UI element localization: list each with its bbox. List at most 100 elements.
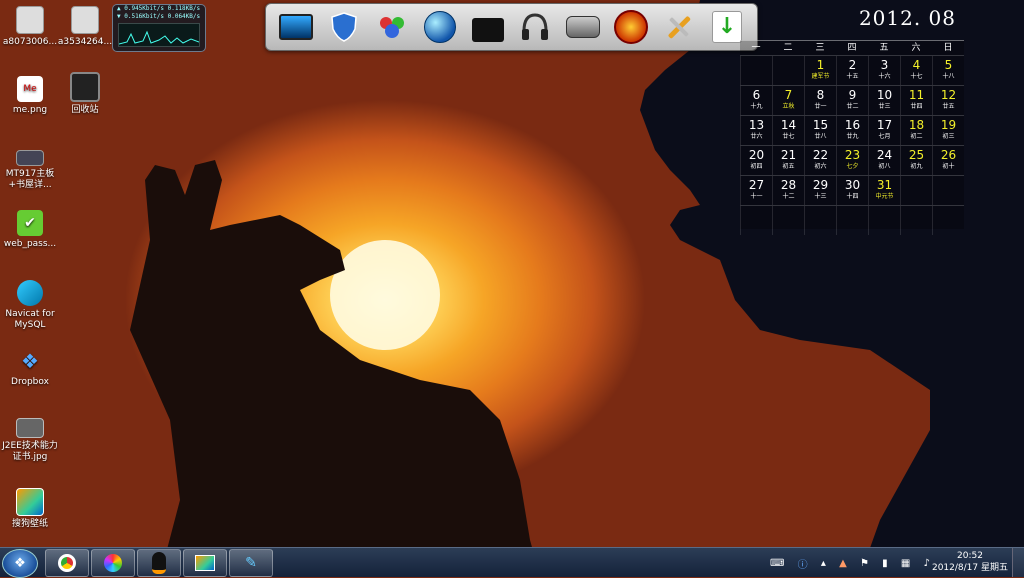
- calendar-day-cell[interactable]: 19 初三: [932, 116, 964, 145]
- calendar-day-cell[interactable]: 29 十三: [804, 176, 836, 205]
- calendar-day-cell[interactable]: 30 十四: [836, 176, 868, 205]
- desktop-icon-label: me.png: [12, 105, 48, 115]
- desktop-icon-mt917[interactable]: MT917主板+书屋详...: [0, 150, 60, 191]
- lunar-label: 建军节: [811, 73, 830, 80]
- right-cup: [541, 29, 549, 40]
- globe-icon[interactable]: [422, 9, 458, 45]
- day-number: 11: [908, 88, 925, 102]
- calendar-day-cell[interactable]: 20 初四: [740, 146, 772, 175]
- app-dock: ↓: [265, 3, 758, 51]
- shield-shape: [331, 12, 357, 42]
- battery-icon[interactable]: ▮: [882, 558, 888, 569]
- network-icon[interactable]: ▦: [901, 558, 910, 569]
- color-wheel-icon[interactable]: [91, 549, 135, 577]
- flag-icon[interactable]: ⚑: [860, 558, 869, 569]
- warrior-icon[interactable]: [613, 9, 649, 45]
- start-button[interactable]: ❖: [2, 549, 38, 578]
- taskbar: ❖ ✎ ⌨ ⓘ ▴ ▲ ⚑ ▮ ▦ ♪ 20:52 2012/8/17 星期五: [0, 547, 1024, 578]
- calendar-day-cell[interactable]: 27 十一: [740, 176, 772, 205]
- day-number: 18: [908, 118, 925, 132]
- calendar-day-cell: [932, 206, 964, 235]
- qq-penguin-icon[interactable]: [137, 549, 181, 577]
- day-number: 1: [816, 58, 825, 72]
- calendar-day-cell[interactable]: 17 七月: [868, 116, 900, 145]
- keyboard-icon[interactable]: ⌨: [770, 558, 784, 569]
- chrome-icon[interactable]: [45, 549, 89, 577]
- calendar-day-cell[interactable]: 31 中元节: [868, 176, 900, 205]
- calendar-day-cell[interactable]: 28 十二: [772, 176, 804, 205]
- calendar-day-cell[interactable]: 1 建军节: [804, 56, 836, 85]
- calendar-day-cell[interactable]: 2 十五: [836, 56, 868, 85]
- headphones-icon[interactable]: [517, 9, 553, 45]
- tools-icon[interactable]: [661, 9, 697, 45]
- calendar-day-cell[interactable]: 23 七夕: [836, 146, 868, 175]
- network-meter-gadget[interactable]: ▲ 0.945Kbit/s 0.118KB/s ▼ 0.516Kbit/s 0.…: [112, 4, 206, 52]
- calendar-day-cell[interactable]: 25 初九: [900, 146, 932, 175]
- calendar-day-cell[interactable]: 12 廿五: [932, 86, 964, 115]
- desktop-icon-me-png[interactable]: Me me.png: [0, 76, 60, 116]
- monitor-icon[interactable]: [278, 9, 314, 45]
- calendar-day-cell[interactable]: 7 立秋: [772, 86, 804, 115]
- taskbar-clock[interactable]: 20:52 2012/8/17 星期五: [930, 550, 1010, 574]
- headband: [522, 13, 548, 32]
- calendar-day-cell[interactable]: 15 廿八: [804, 116, 836, 145]
- calendar-day-cell[interactable]: 6 十九: [740, 86, 772, 115]
- chrome-ball: [58, 554, 76, 572]
- lunar-label: 初九: [910, 163, 923, 170]
- calendar-day-cell: [740, 206, 772, 235]
- lunar-label: 廿五: [942, 103, 955, 110]
- help-icon[interactable]: ⓘ: [798, 556, 808, 571]
- calendar-day-cell[interactable]: 13 廿六: [740, 116, 772, 145]
- calendar-day-cell[interactable]: 16 廿九: [836, 116, 868, 145]
- calendar-day-cell[interactable]: 8 廿一: [804, 86, 836, 115]
- people-glyph: [379, 17, 404, 38]
- show-desktop-button[interactable]: [1012, 548, 1024, 577]
- calendar-day-cell[interactable]: 24 初八: [868, 146, 900, 175]
- shield-icon[interactable]: [326, 9, 362, 45]
- desktop-icon-file-a807[interactable]: a8073006...: [0, 6, 60, 48]
- people-icon[interactable]: [374, 9, 410, 45]
- calendar-gadget[interactable]: 2012. 08 一二三四五六日 1 建军节 2 十五 3 十六 4 十七 5 十八 6 十九 7 立秋 8…: [740, 0, 964, 235]
- calendar-day-cell: [804, 206, 836, 235]
- day-number: 6: [752, 88, 761, 102]
- desktop-icon-j2ee[interactable]: J2EE技术能力证书.jpg: [0, 418, 60, 463]
- day-number: 19: [940, 118, 957, 132]
- file-icon: [16, 6, 44, 34]
- pen-tool-icon[interactable]: ✎: [229, 549, 273, 577]
- calendar-day-cell[interactable]: 14 廿七: [772, 116, 804, 145]
- wallpaper-app-icon[interactable]: [183, 549, 227, 577]
- day-number: 17: [876, 118, 893, 132]
- lunar-label: 初八: [878, 163, 891, 170]
- lunar-label: 七月: [878, 133, 891, 140]
- calendar-day-cell[interactable]: 9 廿二: [836, 86, 868, 115]
- desktop-icon-file-a353[interactable]: a3534264...: [55, 6, 115, 48]
- desktop-icon-sogou[interactable]: 搜狗壁纸: [0, 488, 60, 530]
- calendar-day-cell[interactable]: 26 初十: [932, 146, 964, 175]
- calendar-month-title: 2012. 08: [858, 6, 956, 30]
- day-number: 27: [748, 178, 765, 192]
- calendar-day-cell[interactable]: 5 十八: [932, 56, 964, 85]
- calendar-day-cell[interactable]: 3 十六: [868, 56, 900, 85]
- desktop-icon-label: 搜狗壁纸: [11, 519, 48, 529]
- desktop-icon-web-pass[interactable]: ✔ web_pass...: [0, 210, 60, 250]
- tools-glyph: [668, 16, 691, 39]
- arrow-icon[interactable]: ▴: [821, 558, 826, 569]
- day-number: 2: [848, 58, 857, 72]
- calendar-day-cell[interactable]: 11 廿四: [900, 86, 932, 115]
- calendar-day-cell[interactable]: 21 初五: [772, 146, 804, 175]
- lunar-label: 十四: [846, 193, 859, 200]
- windows-logo-icon: ❖: [14, 556, 26, 571]
- briefcase-icon[interactable]: [470, 9, 506, 45]
- system-tray: ⌨ ⓘ ▴ ▲ ⚑ ▮ ▦ ♪: [770, 553, 930, 573]
- desktop-icon-dropbox[interactable]: ❖ Dropbox: [0, 348, 60, 388]
- calendar-day-cell[interactable]: 18 初二: [900, 116, 932, 145]
- volume-icon[interactable]: ♪: [924, 558, 930, 569]
- desktop-icon-recycle-bin[interactable]: 回收站: [55, 72, 115, 116]
- calendar-day-cell[interactable]: 10 廿三: [868, 86, 900, 115]
- shield-icon[interactable]: ▲: [839, 558, 847, 569]
- desktop-icon-navicat[interactable]: Navicat for MySQL: [0, 280, 60, 331]
- calendar-day-cell[interactable]: 22 初六: [804, 146, 836, 175]
- camcorder-icon[interactable]: [565, 9, 601, 45]
- calendar-day-cell[interactable]: 4 十七: [900, 56, 932, 85]
- calendar-day-cell: [900, 176, 932, 205]
